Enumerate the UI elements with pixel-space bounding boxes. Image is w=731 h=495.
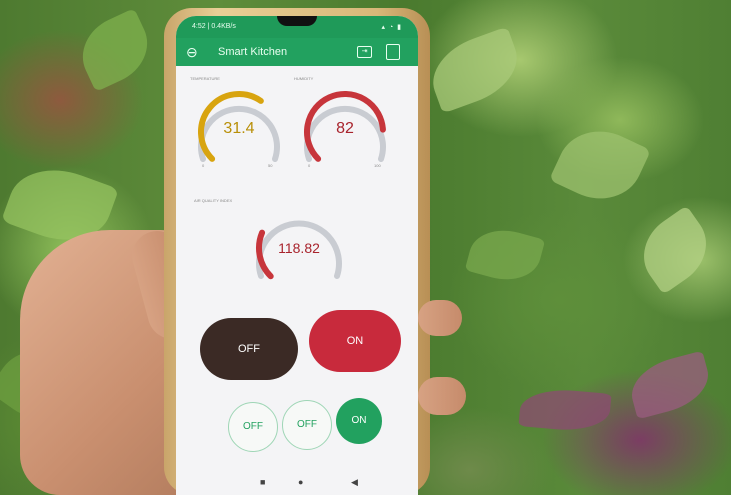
temperature-value: 31.4 [223, 120, 255, 137]
finger [418, 377, 466, 415]
leaf [422, 26, 528, 114]
status-time: 4:52 | 0.4KB/s [192, 23, 236, 30]
home-icon[interactable]: ● [298, 477, 303, 487]
leaf [70, 8, 160, 92]
humidity-value: 82 [336, 120, 354, 137]
humidity-label: HUMIDITY [294, 76, 314, 81]
leaf [464, 221, 546, 289]
temperature-label: TEMPERATURE [190, 76, 220, 81]
back-icon[interactable]: ◀ [351, 477, 358, 488]
phone-screen: 4:52 | 0.4KB/s ▴ ◔ ▮ ⊖ Smart Kitchen ⇥ T… [176, 16, 418, 495]
back-arrow-icon[interactable]: ⊖ [186, 44, 198, 61]
toggle-button-left[interactable]: OFF [200, 318, 298, 380]
leaf [518, 386, 612, 434]
small-button-3[interactable]: ON [336, 398, 382, 444]
small-button-1[interactable]: OFF [228, 402, 278, 452]
small-button-2[interactable]: OFF [282, 400, 332, 450]
toggle-button-right[interactable]: ON [309, 310, 401, 372]
temperature-max: 50 [268, 163, 273, 168]
leaf [629, 205, 721, 295]
camera-notch [277, 16, 317, 26]
temperature-gauge: 31.4 0 50 [188, 84, 290, 170]
leaf [548, 116, 652, 214]
recents-icon[interactable]: ■ [260, 477, 265, 487]
air-quality-value: 118.82 [278, 240, 320, 256]
air-quality-label: AIR QUALITY INDEX [194, 198, 233, 203]
humidity-max: 100 [374, 163, 381, 168]
humidity-min: 0 [308, 163, 311, 168]
finger [418, 300, 462, 336]
android-nav-bar: ■ ● ◀ [176, 469, 418, 495]
air-quality-gauge: 118.82 [244, 200, 354, 286]
share-icon[interactable]: ⇥ [357, 46, 372, 58]
leaf [624, 350, 716, 420]
humidity-gauge: 82 0 100 [294, 84, 396, 170]
menu-icon[interactable] [386, 44, 400, 60]
status-icons: ▴ ◔ ▮ [381, 24, 402, 31]
temperature-min: 0 [202, 163, 205, 168]
app-bar: ⊖ Smart Kitchen ⇥ [176, 38, 418, 66]
app-title: Smart Kitchen [218, 46, 288, 58]
